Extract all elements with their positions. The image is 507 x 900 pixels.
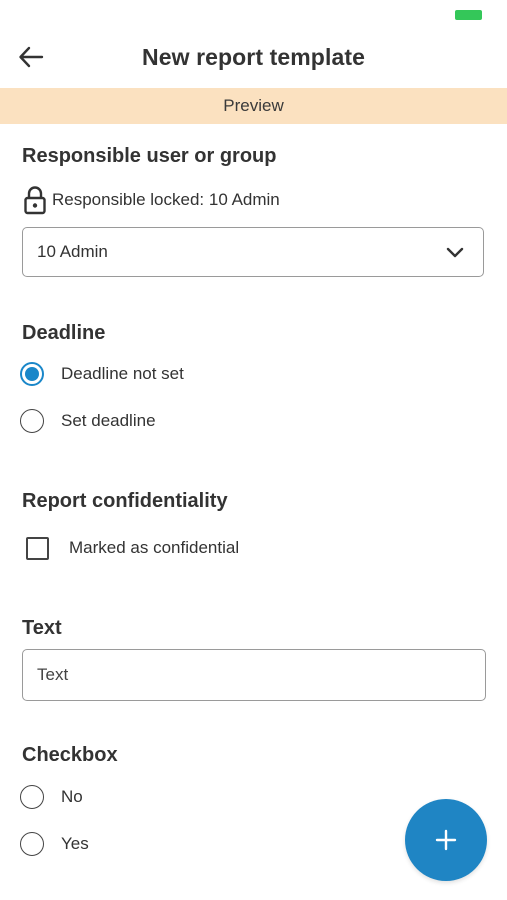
deadline-option-set[interactable]: Set deadline: [20, 406, 156, 436]
lock-icon: [22, 185, 48, 215]
checkbox-option-label: Yes: [61, 834, 89, 853]
checkbox-option-yes[interactable]: Yes: [20, 829, 89, 859]
report-template-screen: New report template Preview Responsible …: [0, 0, 507, 900]
deadline-option-label: Set deadline: [61, 411, 156, 430]
text-section-title: Text: [22, 617, 62, 639]
confidential-checkbox-row[interactable]: Marked as confidential: [26, 533, 239, 563]
responsible-select[interactable]: 10 Admin: [22, 227, 484, 277]
radio-button[interactable]: [20, 832, 44, 856]
checkbox-section-title: Checkbox: [22, 744, 118, 766]
battery-icon: [455, 10, 482, 20]
preview-banner: Preview: [0, 88, 507, 124]
deadline-section-title: Deadline: [22, 322, 106, 344]
preview-banner-label: Preview: [223, 96, 284, 115]
checkbox-option-label: No: [61, 787, 83, 806]
deadline-option-not-set[interactable]: Deadline not set: [20, 359, 184, 389]
radio-button[interactable]: [20, 409, 44, 433]
confidential-checkbox[interactable]: [26, 536, 49, 560]
deadline-option-label: Deadline not set: [61, 364, 184, 383]
confidentiality-section-title: Report confidentiality: [22, 490, 228, 512]
plus-icon: [435, 829, 457, 851]
radio-button[interactable]: [20, 785, 44, 809]
responsible-select-value: 10 Admin: [37, 242, 108, 261]
add-button[interactable]: [405, 799, 487, 881]
responsible-lock-text: Responsible locked: 10 Admin: [52, 190, 280, 209]
responsible-section-title: Responsible user or group: [22, 145, 277, 167]
confidential-checkbox-label: Marked as confidential: [69, 538, 240, 557]
page-title: New report template: [141, 44, 365, 70]
checkbox-option-no[interactable]: No: [20, 782, 83, 812]
chevron-down-icon: [446, 247, 464, 258]
text-input[interactable]: [22, 649, 486, 701]
radio-button-checked[interactable]: [20, 362, 44, 386]
app-header: New report template: [0, 32, 507, 84]
responsible-lock-row: Responsible locked: 10 Admin: [22, 184, 280, 216]
